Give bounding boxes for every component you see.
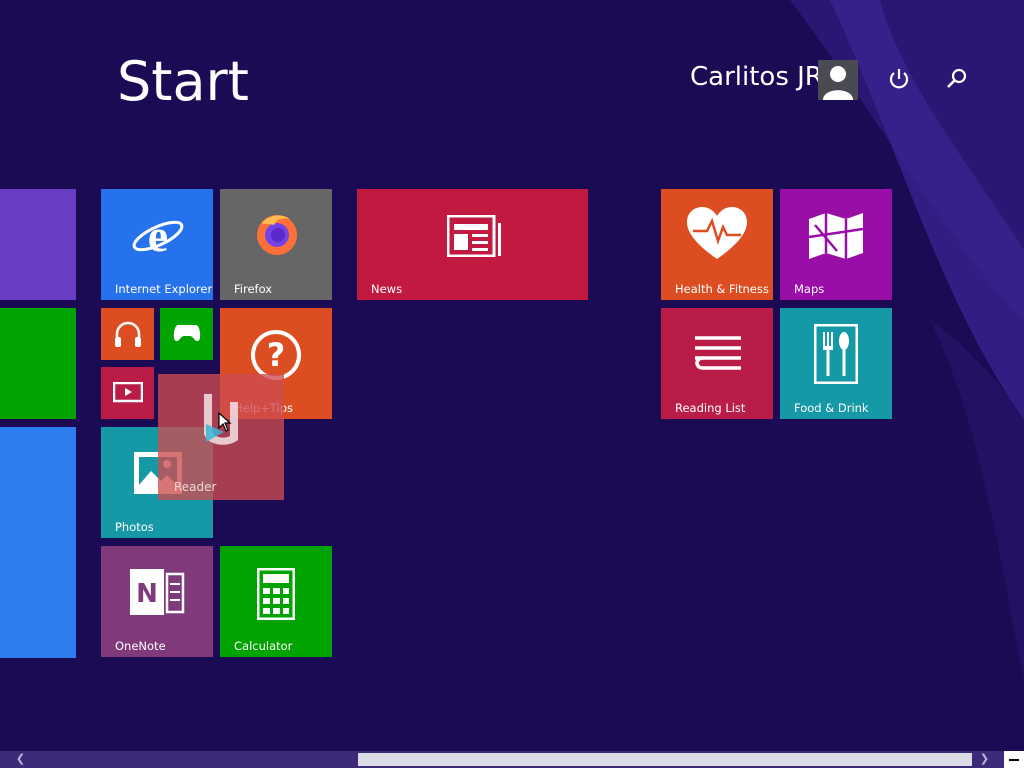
- power-icon[interactable]: [886, 66, 912, 92]
- news-icon: [447, 215, 501, 257]
- video-icon: [113, 382, 143, 403]
- tile-onenote[interactable]: N OneNote: [101, 546, 213, 657]
- mouse-cursor-icon: [218, 412, 232, 432]
- partial-tile-purple[interactable]: [0, 189, 76, 300]
- onenote-icon: N: [130, 569, 185, 615]
- tile-calculator[interactable]: Calculator: [220, 546, 332, 657]
- tile-label: Internet Explorer: [115, 282, 213, 296]
- user-name[interactable]: Carlitos JR: [690, 62, 823, 92]
- svg-text:N: N: [136, 579, 158, 609]
- tile-reading-list[interactable]: Reading List: [661, 308, 773, 419]
- tile-label: Food & Drink: [794, 401, 869, 415]
- tile-internet-explorer[interactable]: e Internet Explorer: [101, 189, 213, 300]
- tile-label: OneNote: [115, 639, 166, 653]
- partial-tile-green[interactable]: [0, 308, 76, 419]
- tile-health-fitness[interactable]: Health & Fitness: [661, 189, 773, 300]
- tile-label: Firefox: [234, 282, 273, 296]
- tile-xbox[interactable]: [160, 308, 213, 360]
- page-title: Start: [117, 50, 249, 113]
- tile-label: Reader: [174, 480, 217, 494]
- map-icon: [808, 213, 864, 259]
- user-avatar-icon[interactable]: [818, 60, 858, 100]
- tile-news[interactable]: News: [357, 189, 588, 300]
- partial-tile-blue[interactable]: [0, 427, 76, 658]
- minus-icon: [1009, 759, 1019, 761]
- svg-text:?: ?: [267, 336, 286, 374]
- tile-label: Health & Fitness: [675, 282, 769, 296]
- heart-icon: [687, 207, 747, 259]
- reading-list-icon: [695, 336, 741, 370]
- dragging-tile-reader[interactable]: Reader: [158, 374, 284, 500]
- svg-text:e: e: [148, 210, 168, 261]
- game-controller-icon: [173, 325, 201, 342]
- tile-label: Photos: [115, 520, 154, 534]
- tile-label: Maps: [794, 282, 825, 296]
- zoom-out-button[interactable]: [1004, 751, 1024, 768]
- tile-label: News: [371, 282, 403, 296]
- scroll-right-icon[interactable]: ❯: [976, 751, 993, 768]
- search-icon[interactable]: [944, 66, 970, 92]
- scrollbar-thumb[interactable]: [358, 753, 972, 766]
- tile-music[interactable]: [101, 308, 154, 360]
- tile-label: Calculator: [234, 639, 293, 653]
- food-drink-icon: [814, 324, 858, 384]
- calculator-icon: [257, 568, 295, 620]
- internet-explorer-icon: e: [132, 210, 184, 261]
- headphones-icon: [115, 321, 141, 347]
- scroll-left-icon[interactable]: ❮: [12, 751, 29, 768]
- tile-label: Reading List: [675, 401, 746, 415]
- firefox-icon: [257, 215, 297, 255]
- tile-video[interactable]: [101, 367, 154, 419]
- tile-maps[interactable]: Maps: [780, 189, 892, 300]
- tile-food-drink[interactable]: Food & Drink: [780, 308, 892, 419]
- tile-firefox[interactable]: Firefox: [220, 189, 332, 300]
